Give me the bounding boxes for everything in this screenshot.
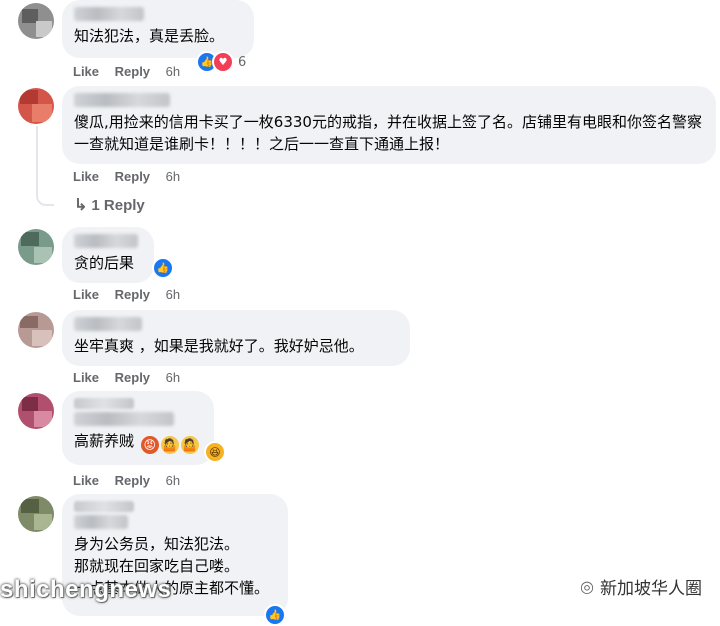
comment-text: 知法犯法，真是丢脸。 (74, 27, 225, 45)
comment-actions: Like Reply 6h (73, 370, 192, 385)
comment-actions: Like Reply 6h (73, 64, 192, 79)
like-button[interactable]: Like (73, 169, 99, 184)
comment-bubble: 知法犯法，真是丢脸。 (62, 0, 254, 58)
comment-bubble: 坐牢真爽 ，如果是我就好了。我好妒忌他。 (62, 310, 410, 366)
reply-button[interactable]: Reply (115, 287, 150, 302)
comment-text: 傻瓜,用捡来的信用卡买了一枚6330元的戒指，并在收据上签了名。店铺里有电眼和你… (74, 113, 702, 153)
laughing-face-icon: 😆 (204, 441, 226, 463)
timestamp[interactable]: 6h (166, 473, 180, 488)
author-name-blurred[interactable] (74, 317, 142, 331)
watermark-right: ◎ 新加坡华人圈 (580, 574, 702, 599)
reaction-summary[interactable]: 👍 (152, 257, 174, 279)
comment-text: 高薪养贼 😡 🤷 🤷 (74, 430, 202, 454)
avatar[interactable] (18, 3, 54, 39)
comment-text: 贪的后果 (74, 254, 135, 272)
avatar[interactable] (18, 312, 54, 348)
angry-face-icon: 😡 (140, 436, 159, 454)
view-replies-label: 1 Reply (91, 197, 145, 214)
comment-bubble: 高薪养贼 😡 🤷 🤷 (62, 391, 214, 465)
avatar[interactable] (18, 393, 54, 429)
like-button[interactable]: Like (73, 287, 99, 302)
reaction-summary[interactable]: 👍 (264, 604, 286, 626)
like-reaction-icon: 👍 (152, 257, 174, 279)
like-button[interactable]: Like (73, 370, 99, 385)
timestamp[interactable]: 6h (166, 370, 180, 385)
laughing-reaction[interactable]: 😆 (204, 441, 226, 463)
watermark-left: shichengnews (0, 576, 172, 603)
avatar[interactable] (18, 229, 54, 265)
like-button[interactable]: Like (73, 64, 99, 79)
comment-text-content: 高薪养贼 (74, 432, 135, 450)
thread-line (36, 186, 54, 206)
love-reaction-icon: ♥ (212, 51, 234, 73)
top-fan-badge-blurred (74, 398, 134, 409)
reply-button[interactable]: Reply (115, 370, 150, 385)
avatar[interactable] (18, 88, 54, 124)
author-name-blurred[interactable] (74, 7, 144, 21)
like-reaction-icon: 👍 (264, 604, 286, 626)
comment-actions: Like Reply 6h (73, 473, 192, 488)
timestamp[interactable]: 6h (166, 64, 180, 79)
shrug-person-icon: 🤷 (180, 436, 199, 454)
author-name-blurred[interactable] (74, 234, 138, 248)
top-fan-badge-blurred (74, 501, 134, 512)
reply-button[interactable]: Reply (115, 169, 150, 184)
comment-actions: Like Reply 6h (73, 287, 192, 302)
author-name-blurred[interactable] (74, 515, 128, 529)
avatar[interactable] (18, 496, 54, 532)
comment-actions: Like Reply 6h (73, 169, 192, 184)
reaction-summary[interactable]: 👍 ♥ 6 (196, 51, 246, 73)
author-name-blurred[interactable] (74, 412, 174, 426)
reply-button[interactable]: Reply (115, 64, 150, 79)
wechat-icon: ◎ (580, 577, 594, 596)
timestamp[interactable]: 6h (166, 169, 180, 184)
thread-line (36, 126, 38, 186)
shrug-person-icon: 🤷 (160, 436, 179, 454)
comment-text: 坐牢真爽 ，如果是我就好了。我好妒忌他。 (74, 337, 364, 355)
reply-arrow-icon: ↳ (74, 197, 88, 214)
reaction-count: 6 (238, 54, 247, 70)
comment-bubble: 傻瓜,用捡来的信用卡买了一枚6330元的戒指，并在收据上签了名。店铺里有电眼和你… (62, 86, 716, 164)
reply-button[interactable]: Reply (115, 473, 150, 488)
timestamp[interactable]: 6h (166, 287, 180, 302)
comment-bubble: 贪的后果 (62, 227, 154, 283)
watermark-right-text: 新加坡华人圈 (600, 579, 702, 599)
view-replies-link[interactable]: ↳ 1 Reply (74, 195, 145, 215)
author-name-blurred[interactable] (74, 93, 170, 107)
like-button[interactable]: Like (73, 473, 99, 488)
